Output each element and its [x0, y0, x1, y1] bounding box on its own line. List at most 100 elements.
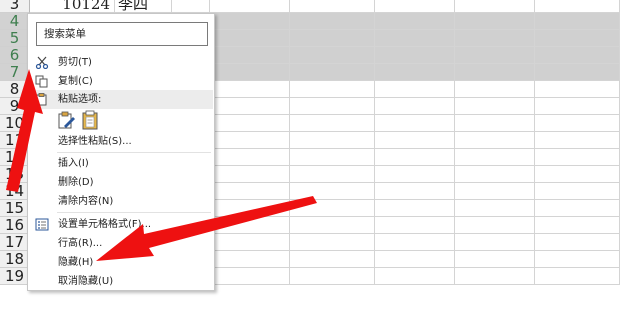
sheet-cell[interactable]	[210, 115, 290, 132]
sheet-cell[interactable]	[535, 268, 620, 285]
paste-values-icon[interactable]	[80, 110, 100, 130]
sheet-cell[interactable]	[375, 217, 455, 234]
sheet-cell[interactable]	[290, 0, 375, 13]
row-header[interactable]: 4	[0, 13, 30, 30]
sheet-cell[interactable]	[375, 98, 455, 115]
sheet-cell[interactable]	[375, 234, 455, 251]
row-header[interactable]: 11	[0, 132, 30, 149]
sheet-cell[interactable]	[210, 98, 290, 115]
row-header[interactable]: 9	[0, 98, 30, 115]
row-header[interactable]: 18	[0, 251, 30, 268]
menu-item-insert[interactable]: 插入(I)	[29, 154, 213, 173]
sheet-cell[interactable]: 10124	[30, 0, 115, 13]
row-header[interactable]: 17	[0, 234, 30, 251]
sheet-cell[interactable]	[535, 0, 620, 13]
row-header[interactable]: 7	[0, 64, 30, 81]
sheet-cell[interactable]	[535, 64, 620, 81]
sheet-cell[interactable]	[290, 98, 375, 115]
sheet-cell[interactable]	[210, 149, 290, 166]
sheet-cell[interactable]	[210, 268, 290, 285]
sheet-cell[interactable]	[455, 13, 535, 30]
row-header[interactable]: 12	[0, 149, 30, 166]
sheet-cell[interactable]	[210, 251, 290, 268]
sheet-cell[interactable]	[375, 268, 455, 285]
sheet-cell[interactable]	[535, 30, 620, 47]
sheet-cell[interactable]	[375, 149, 455, 166]
sheet-cell[interactable]	[535, 47, 620, 64]
sheet-cell[interactable]	[455, 200, 535, 217]
sheet-cell[interactable]	[290, 115, 375, 132]
sheet-cell[interactable]	[455, 251, 535, 268]
sheet-cell[interactable]	[290, 149, 375, 166]
row-header[interactable]: 16	[0, 217, 30, 234]
sheet-cell[interactable]	[290, 166, 375, 183]
sheet-cell[interactable]	[172, 0, 210, 13]
sheet-cell[interactable]	[535, 115, 620, 132]
sheet-cell[interactable]	[455, 64, 535, 81]
menu-item-paste-special[interactable]: 选择性粘贴(S)...	[29, 132, 213, 151]
sheet-cell[interactable]	[290, 47, 375, 64]
sheet-cell[interactable]	[375, 0, 455, 13]
sheet-cell[interactable]	[535, 217, 620, 234]
sheet-cell[interactable]	[535, 13, 620, 30]
row-header[interactable]: 14	[0, 183, 30, 200]
search-menu-input[interactable]: 搜索菜单	[36, 22, 208, 46]
menu-item-row-height[interactable]: 行高(R)...	[29, 234, 213, 253]
sheet-cell[interactable]	[210, 166, 290, 183]
sheet-cell[interactable]	[455, 115, 535, 132]
sheet-cell[interactable]	[290, 268, 375, 285]
sheet-cell[interactable]	[375, 81, 455, 98]
sheet-cell[interactable]	[290, 132, 375, 149]
sheet-cell[interactable]	[375, 64, 455, 81]
row-header[interactable]: 13	[0, 166, 30, 183]
sheet-cell[interactable]	[455, 132, 535, 149]
sheet-cell[interactable]	[210, 234, 290, 251]
sheet-cell[interactable]	[210, 0, 290, 13]
row-header[interactable]: 5	[0, 30, 30, 47]
sheet-cell[interactable]	[375, 251, 455, 268]
sheet-cell[interactable]	[455, 268, 535, 285]
sheet-cell[interactable]	[535, 234, 620, 251]
sheet-cell[interactable]	[455, 81, 535, 98]
menu-item-delete[interactable]: 删除(D)	[29, 173, 213, 192]
sheet-cell[interactable]	[375, 200, 455, 217]
sheet-cell[interactable]	[375, 13, 455, 30]
sheet-cell[interactable]	[210, 132, 290, 149]
sheet-cell[interactable]	[535, 81, 620, 98]
menu-item-hide[interactable]: 隐藏(H)	[29, 253, 213, 272]
menu-item-copy[interactable]: 复制(C)	[29, 72, 213, 91]
row-header[interactable]: 15	[0, 200, 30, 217]
menu-item-cut[interactable]: 剪切(T)	[29, 53, 213, 72]
sheet-cell[interactable]	[535, 149, 620, 166]
sheet-cell[interactable]	[290, 234, 375, 251]
sheet-cell[interactable]	[455, 183, 535, 200]
sheet-cell[interactable]	[210, 30, 290, 47]
menu-item-clear-contents[interactable]: 清除内容(N)	[29, 192, 213, 211]
sheet-cell[interactable]	[210, 81, 290, 98]
sheet-cell[interactable]	[535, 132, 620, 149]
row-header[interactable]: 6	[0, 47, 30, 64]
sheet-cell[interactable]	[290, 183, 375, 200]
sheet-cell[interactable]	[375, 183, 455, 200]
sheet-cell[interactable]	[290, 64, 375, 81]
sheet-cell[interactable]	[535, 251, 620, 268]
sheet-cell[interactable]	[375, 132, 455, 149]
sheet-cell[interactable]	[535, 183, 620, 200]
sheet-cell[interactable]	[375, 30, 455, 47]
sheet-cell[interactable]	[455, 234, 535, 251]
menu-item-unhide[interactable]: 取消隐藏(U)	[29, 272, 213, 291]
sheet-cell[interactable]	[375, 115, 455, 132]
sheet-cell[interactable]	[455, 166, 535, 183]
sheet-cell[interactable]	[290, 200, 375, 217]
sheet-cell[interactable]	[455, 47, 535, 64]
sheet-cell[interactable]	[290, 13, 375, 30]
sheet-cell[interactable]	[210, 47, 290, 64]
sheet-cell[interactable]	[290, 217, 375, 234]
sheet-cell[interactable]	[210, 183, 290, 200]
sheet-cell[interactable]	[535, 166, 620, 183]
sheet-cell[interactable]	[455, 0, 535, 13]
sheet-cell[interactable]	[210, 64, 290, 81]
menu-item-format-cells[interactable]: 设置单元格格式(F)...	[29, 215, 213, 234]
sheet-cell[interactable]	[535, 98, 620, 115]
sheet-cell[interactable]	[455, 217, 535, 234]
